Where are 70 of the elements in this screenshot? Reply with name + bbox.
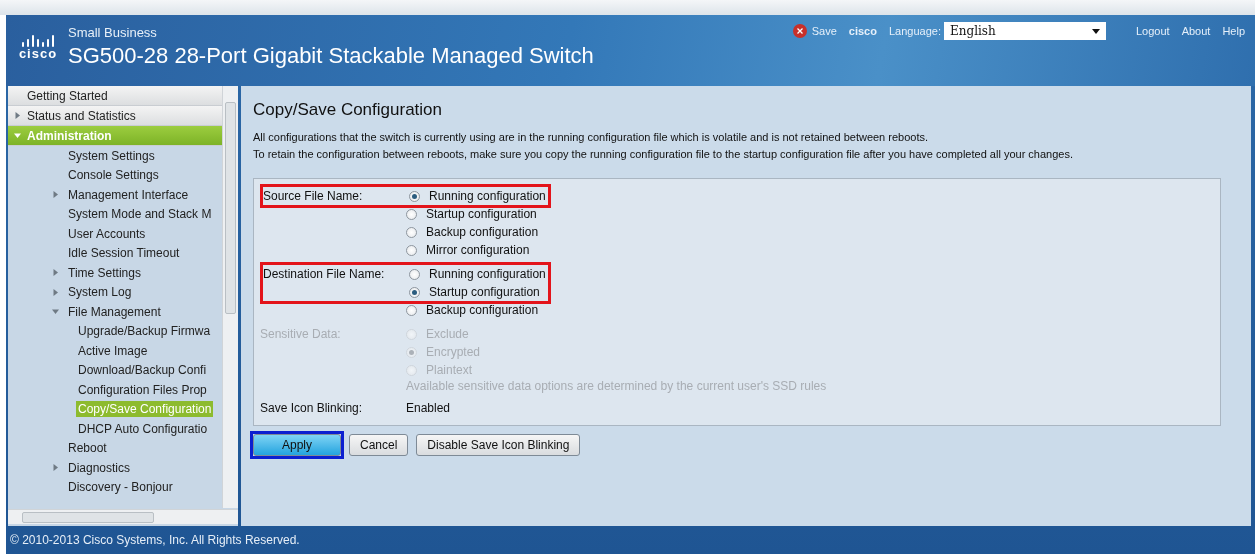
radio-label: Startup configuration [426,207,538,221]
radio-label: Running configuration [429,267,547,281]
menu-item[interactable]: Idle Session Timeout [66,245,182,262]
menu-item[interactable]: Active Image [76,342,150,359]
field-label: Source File Name: [263,189,364,203]
header-link[interactable]: Logout [1135,25,1170,37]
description-text: To retain the configuration between reboots, make sure you copy the running configuration file to the startup configuration file after you have completed all your changes. [253,147,1074,162]
radio-label: Exclude [426,327,470,341]
radio-button[interactable] [409,190,420,202]
vertical-scrollbar[interactable] [222,86,238,508]
menu-item[interactable]: Diagnostics [66,459,133,476]
radio-label: Encrypted [426,345,482,359]
radio-button[interactable] [409,286,420,298]
dropdown-caret-icon [1091,28,1100,34]
field-value: Enabled [406,401,451,415]
expanded-arrow-icon[interactable] [52,308,59,316]
radio-button[interactable] [406,304,417,316]
menu-item[interactable]: Download/Backup Confi [76,362,209,379]
logo-bars-icon [21,35,55,47]
menu-section[interactable]: Status and Statistics [8,106,222,126]
language-select[interactable]: English [943,22,1106,40]
radio-label: Mirror configuration [426,243,531,257]
radio-label: Backup configuration [426,303,540,317]
description-text: All configurations that the switch is currently using are in the running configuration file which is volatile and is not retained between reboots. [253,130,930,145]
radio-button[interactable] [406,244,417,256]
copyright-text: © 2010-2013 Cisco Systems, Inc. All Rights Reserved. [10,533,300,547]
collapsed-arrow-icon[interactable] [52,191,59,199]
collapsed-arrow-icon[interactable] [52,269,59,277]
menu-item[interactable]: Upgrade/Backup Firmwa [76,323,213,340]
radio-button[interactable] [406,208,417,220]
language-label: Language: [888,25,941,37]
close-circle-icon [792,24,807,38]
collapsed-arrow-icon[interactable] [52,288,59,296]
menu-item[interactable]: System Log [66,284,134,301]
menu-item[interactable]: Reboot [66,440,109,457]
menu-item[interactable]: User Accounts [66,225,148,242]
product-title: SG500-28 28-Port Gigabit Stackable Managed Switch [68,42,594,70]
field-label: Sensitive Data: [260,327,342,341]
radio-button[interactable] [409,268,420,280]
collapsed-arrow-icon[interactable] [52,464,59,472]
radio-button[interactable] [406,226,417,238]
field-label: Save Icon Blinking: [260,401,364,415]
logo-text: cisco [18,47,58,61]
menu-item[interactable]: Console Settings [66,167,161,184]
horizontal-scrollbar[interactable] [8,509,238,524]
menu-item[interactable]: Discovery - Bonjour [66,479,175,496]
apply-button[interactable]: Apply [253,434,341,456]
collapsed-arrow-icon[interactable] [14,112,21,119]
form-button[interactable]: Cancel [349,434,409,456]
hint-text: Available sensitive data options are determined by the current user's SSD rules [406,379,828,393]
tagline: Small Business [68,25,158,41]
menu-item[interactable]: Time Settings [66,264,143,281]
menu-section[interactable]: Getting Started [8,86,222,106]
form-button[interactable]: Disable Save Icon Blinking [416,434,581,456]
header-link[interactable]: About [1181,25,1211,37]
menu-item[interactable]: System Settings [66,147,157,164]
menu-item[interactable]: File Management [66,303,163,320]
header-link[interactable]: Help [1222,25,1245,37]
menu-item[interactable]: Configuration Files Prop [76,381,209,398]
menu-item[interactable]: Management Interface [66,186,191,203]
radio-label: Startup configuration [429,285,541,299]
radio-label: Backup configuration [426,225,540,239]
menu-item[interactable]: System Mode and Stack M [66,206,214,223]
radio-label: Running configuration [429,189,547,203]
page-title: Copy/Save Configuration [253,100,443,120]
radio-label: Plaintext [426,363,474,377]
expanded-arrow-icon[interactable] [14,132,21,139]
menu-item[interactable]: DHCP Auto Configuratio [76,420,210,437]
user-name: cisco [848,25,877,37]
field-label: Destination File Name: [263,267,386,281]
